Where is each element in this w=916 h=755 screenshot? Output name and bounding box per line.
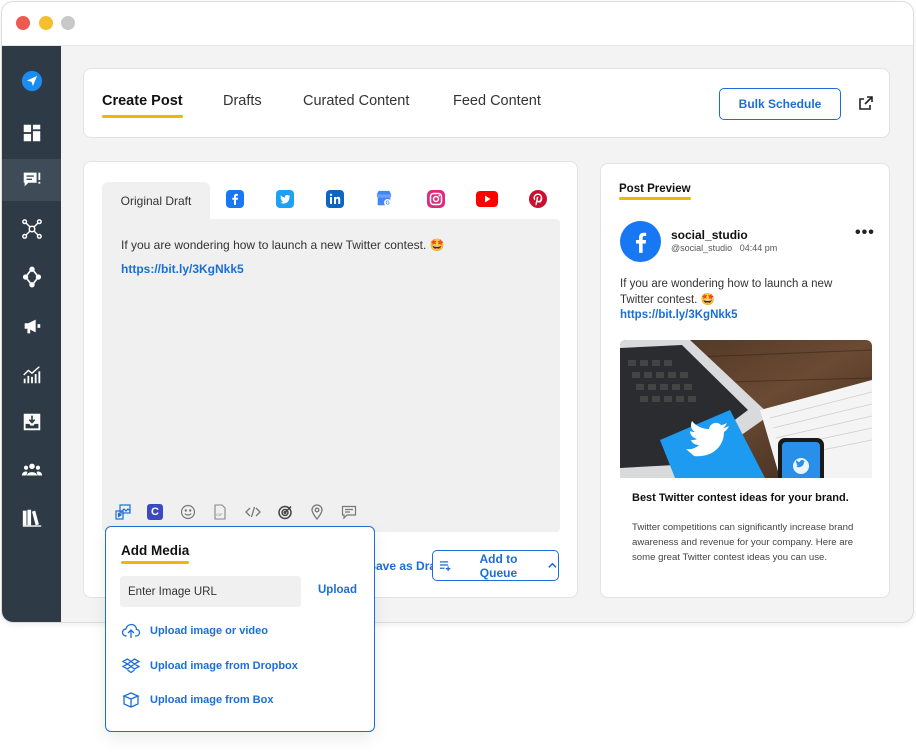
title-bar — [2, 2, 913, 46]
sidebar-item-network[interactable] — [2, 208, 61, 250]
sidebar-item-dashboard[interactable] — [2, 112, 61, 154]
external-link-icon[interactable] — [858, 95, 874, 111]
top-nav-bar: Create Post Drafts Curated Content Feed … — [83, 68, 890, 138]
upload-from-dropbox-option[interactable]: Upload image from Dropbox — [121, 656, 298, 676]
compose-link[interactable]: https://bit.ly/3KgNkk5 — [121, 262, 244, 276]
network-icon — [21, 219, 42, 239]
sidebar-item-automation[interactable] — [2, 256, 61, 298]
compose-text[interactable]: If you are wondering how to launch a new… — [121, 238, 445, 252]
post-preview-card: Post Preview social_studio @social_studi… — [600, 163, 890, 598]
twitter-icon[interactable] — [276, 190, 294, 208]
code-tool[interactable] — [245, 504, 261, 520]
move-icon — [22, 266, 41, 288]
compose-icon — [23, 172, 40, 187]
link-preview-description: Twitter competitions can significantly i… — [632, 522, 854, 563]
canva-icon[interactable]: C — [147, 504, 163, 520]
queue-list-icon — [439, 561, 451, 571]
linkedin-icon[interactable] — [326, 190, 344, 208]
svg-text:G: G — [385, 201, 389, 207]
sidebar-item-analytics[interactable] — [2, 354, 61, 396]
close-window-button[interactable] — [16, 16, 30, 30]
upload-from-box-option[interactable]: Upload image from Box — [121, 690, 273, 710]
svg-text:GIF: GIF — [216, 512, 223, 517]
network-tabs: Original Draft G — [102, 182, 560, 219]
comment-icon — [341, 505, 357, 520]
facebook-logo-icon — [635, 232, 646, 253]
preview-image — [620, 340, 872, 478]
more-options-icon[interactable]: ••• — [855, 224, 875, 242]
sidebar-item-publish[interactable] — [2, 60, 61, 102]
dropbox-icon — [121, 658, 141, 674]
media-icon — [115, 504, 131, 520]
gif-tool[interactable]: GIF — [212, 504, 228, 520]
add-to-queue-label: Add to Queue — [479, 551, 518, 580]
tab-create-post[interactable]: Create Post — [102, 93, 183, 118]
tab-feed-content[interactable]: Feed Content — [453, 93, 541, 109]
upload-image-or-video-option[interactable]: Upload image or video — [121, 621, 268, 641]
add-media-title: Add Media — [121, 543, 190, 564]
image-url-input[interactable] — [120, 576, 301, 607]
smiley-icon — [180, 504, 196, 520]
gif-icon: GIF — [214, 504, 226, 520]
tab-original-draft[interactable]: Original Draft — [102, 182, 210, 219]
box-icon — [122, 692, 140, 708]
add-media-popover: Add Media Upload Upload image or video U… — [105, 526, 375, 732]
location-pin-icon — [311, 504, 323, 520]
target-tool[interactable] — [277, 504, 293, 520]
sidebar — [2, 46, 61, 622]
emoji-tool[interactable] — [180, 504, 196, 520]
preview-link[interactable]: https://bit.ly/3KgNkk5 — [620, 309, 738, 321]
cloud-upload-icon — [121, 623, 141, 638]
sidebar-item-compose[interactable] — [2, 159, 61, 201]
add-to-queue-button[interactable]: Add to Queue — [432, 550, 559, 581]
megaphone-icon — [24, 319, 40, 334]
add-media-tool[interactable] — [115, 504, 131, 520]
location-tool[interactable] — [309, 504, 325, 520]
minimize-window-button[interactable] — [39, 16, 53, 30]
sidebar-item-team[interactable] — [2, 449, 61, 491]
dashboard-icon — [23, 124, 40, 142]
bulk-schedule-button[interactable]: Bulk Schedule — [719, 88, 841, 120]
maximize-window-button[interactable] — [61, 16, 75, 30]
pinterest-icon[interactable] — [529, 190, 547, 208]
analytics-icon — [22, 366, 40, 384]
upload-url-button[interactable]: Upload — [318, 584, 357, 596]
link-preview-title: Best Twitter contest ideas for your bran… — [632, 492, 849, 504]
comment-tool[interactable] — [341, 504, 357, 520]
youtube-icon[interactable] — [476, 191, 498, 207]
preview-text: If you are wondering how to launch a new… — [620, 278, 833, 306]
account-name: social_studio — [671, 228, 748, 242]
account-meta: @social_studio 04:44 pm — [671, 243, 778, 253]
link-preview-box[interactable]: Best Twitter contest ideas for your bran… — [620, 478, 872, 583]
target-icon — [278, 505, 292, 520]
sidebar-item-inbox[interactable] — [2, 401, 61, 443]
avatar — [620, 221, 661, 262]
library-icon — [22, 509, 41, 527]
post-preview-title: Post Preview — [619, 183, 691, 200]
team-icon — [21, 463, 42, 476]
sidebar-item-campaigns[interactable] — [2, 305, 61, 347]
inbox-icon — [23, 413, 40, 431]
compose-area[interactable]: If you are wondering how to launch a new… — [102, 219, 560, 532]
paper-plane-icon — [21, 70, 42, 92]
tab-drafts[interactable]: Drafts — [223, 93, 262, 109]
chevron-up-icon — [548, 562, 557, 568]
instagram-icon[interactable] — [427, 190, 445, 208]
tab-curated-content[interactable]: Curated Content — [303, 93, 409, 109]
code-icon — [245, 506, 261, 518]
emoji: 🤩 — [429, 238, 445, 252]
sidebar-item-library[interactable] — [2, 497, 61, 539]
facebook-icon[interactable] — [226, 190, 244, 208]
google-business-icon[interactable]: G — [375, 190, 393, 208]
